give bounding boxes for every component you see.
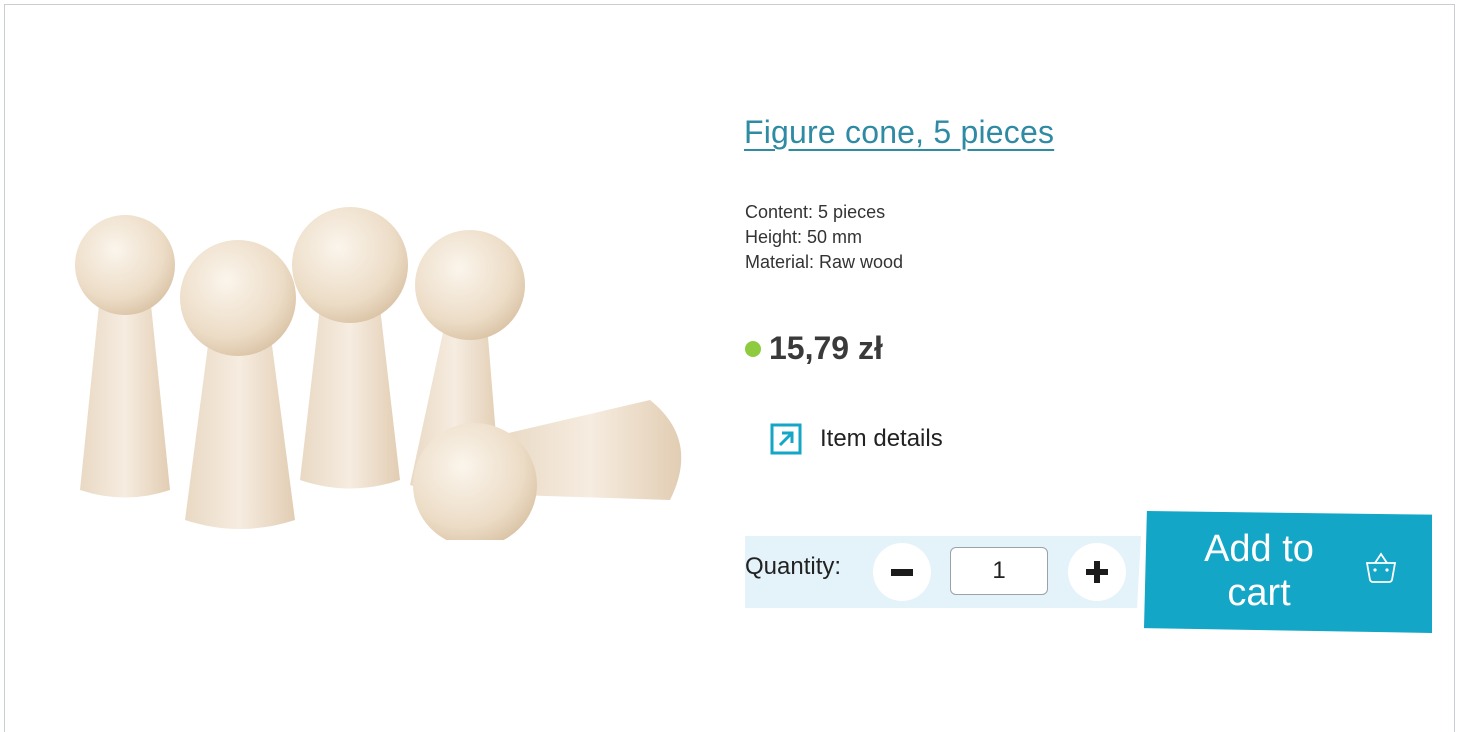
product-title-link[interactable]: Figure cone, 5 pieces [744,110,1054,154]
spec-material: Material: Raw wood [745,252,904,272]
stock-status-dot-icon [745,340,761,357]
wooden-figures-illustration [75,207,682,540]
product-specs: Content: 5 pieces Height: 50 mm Material… [745,200,903,275]
quantity-label: Quantity: [745,553,842,580]
quantity-decrease-button[interactable] [873,543,931,601]
external-arrow-icon [770,423,802,455]
spec-height: Height: 50 mm [745,227,863,247]
add-to-cart-button[interactable]: Add to cart [1144,511,1432,633]
add-to-cart-label: Add to cart [1204,528,1314,614]
basket-icon [1365,552,1397,583]
product-image[interactable] [60,200,700,540]
price-row: 15,79 zł [745,330,883,367]
spec-content: Content: 5 pieces [745,202,886,222]
quantity-input[interactable] [950,547,1048,595]
quantity-increase-button[interactable] [1068,543,1126,601]
product-price: 15,79 zł [769,330,883,366]
item-details-link[interactable]: Item details [770,423,943,455]
item-details-label: Item details [820,425,943,452]
minus-icon [891,568,913,576]
